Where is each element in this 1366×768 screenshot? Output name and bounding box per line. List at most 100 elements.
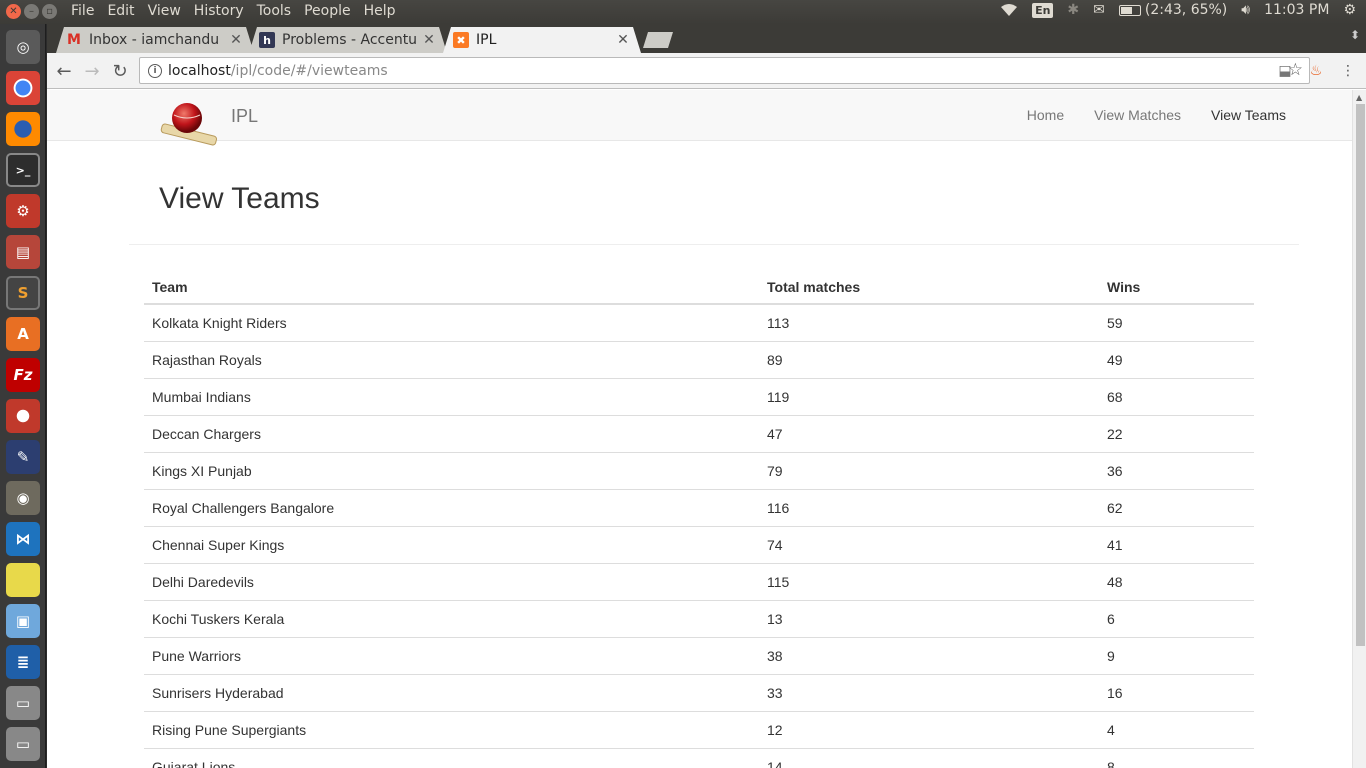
scroll-up-icon[interactable]: ▲ (1356, 93, 1362, 102)
tab-inbox[interactable]: M Inbox - iamchandu ✕ (56, 27, 254, 53)
table-row: Deccan Chargers 47 22 (144, 415, 1254, 453)
sublime-text-icon[interactable]: S (6, 276, 40, 310)
app-blue-icon[interactable]: ✎ (6, 440, 40, 474)
table-row: Kolkata Knight Riders 113 59 (144, 304, 1254, 342)
firefox-icon[interactable] (6, 112, 40, 146)
extension-inbox-icon[interactable]: ⬓ (1275, 61, 1295, 81)
team-name-cell: Gujarat Lions (144, 748, 759, 768)
software-center-icon[interactable]: A (6, 317, 40, 351)
close-icon[interactable]: ✕ (613, 32, 633, 48)
settings-gear-icon[interactable]: ⚙ (1343, 2, 1356, 18)
team-name-cell: Kings XI Punjab (144, 452, 759, 490)
menu-edit[interactable]: Edit (107, 3, 134, 19)
vs-code-icon[interactable]: ⋈ (6, 522, 40, 556)
sticky-notes-icon[interactable] (6, 563, 40, 597)
team-name-cell: Rising Pune Supergiants (144, 711, 759, 749)
address-bar[interactable]: i localhost/ipl/code/#/viewteams ☆ (139, 57, 1310, 84)
total-matches-cell: 13 (759, 600, 1099, 638)
back-icon[interactable]: ← (53, 60, 75, 82)
team-name-cell: Kochi Tuskers Kerala (144, 600, 759, 638)
divider (129, 244, 1299, 245)
filezilla-icon[interactable]: Fz (6, 358, 40, 392)
bluetooth-icon[interactable]: ✱ (1067, 2, 1079, 18)
profile-icon[interactable]: ⬍ (1350, 28, 1360, 42)
libreoffice-writer-icon[interactable]: ≣ (6, 645, 40, 679)
clock[interactable]: 11:03 PM (1264, 2, 1329, 18)
table-row: Gujarat Lions 14 8 (144, 748, 1254, 768)
wifi-icon[interactable] (1000, 3, 1018, 17)
nav-view-matches[interactable]: View Matches (1094, 107, 1181, 123)
launcher: ◎ >_ ⚙ ▤ S A Fz ✎ ◉ ⋈ ▣ ≣ ▭ ▭ (0, 24, 46, 768)
close-icon[interactable]: ✕ (419, 32, 439, 48)
menu-people[interactable]: People (304, 3, 351, 19)
vertical-scrollbar[interactable]: ▲ (1352, 90, 1366, 768)
ubuntu-dash-icon[interactable]: ◎ (6, 30, 40, 64)
site-navbar: IPL Home View Matches View Teams (47, 90, 1352, 146)
scrollbar-thumb[interactable] (1356, 104, 1365, 646)
app-red-icon[interactable] (6, 399, 40, 433)
info-icon[interactable]: i (148, 63, 162, 78)
new-tab-button[interactable] (643, 32, 673, 48)
total-matches-cell: 47 (759, 415, 1099, 453)
volume-icon[interactable]: 🔊︎ (1241, 2, 1250, 18)
total-matches-cell: 74 (759, 526, 1099, 564)
xampp-icon: ✖ (453, 32, 469, 48)
system-settings-icon[interactable]: ⚙ (6, 194, 40, 228)
menu-view[interactable]: View (148, 3, 181, 19)
cricket-ball-bat-logo[interactable] (157, 102, 219, 152)
chromium-icon[interactable] (6, 71, 40, 105)
box-app-icon[interactable]: ▣ (6, 604, 40, 638)
wins-cell: 36 (1099, 452, 1254, 490)
gimp-icon[interactable]: ◉ (6, 481, 40, 515)
table-row: Pune Warriors 38 9 (144, 637, 1254, 675)
team-name-cell: Sunrisers Hyderabad (144, 674, 759, 712)
menu-help[interactable]: Help (364, 3, 396, 19)
table-row: Rajasthan Royals 89 49 (144, 341, 1254, 379)
site-nav: Home View Matches View Teams (997, 107, 1286, 123)
url-path: /ipl/code/#/viewteams (230, 62, 388, 79)
drive-icon[interactable]: ▭ (6, 686, 40, 720)
file-manager-icon[interactable]: ▤ (6, 235, 40, 269)
forward-icon[interactable]: → (81, 60, 103, 82)
nav-view-teams[interactable]: View Teams (1211, 107, 1286, 123)
window-close-button[interactable]: ✕ (6, 4, 21, 19)
menu-kebab-icon[interactable]: ⋮ (1338, 61, 1358, 81)
wins-cell: 68 (1099, 378, 1254, 416)
table-row: Mumbai Indians 119 68 (144, 378, 1254, 416)
brand-name[interactable]: IPL (231, 106, 258, 127)
total-matches-cell: 89 (759, 341, 1099, 379)
tab-ipl[interactable]: ✖ IPL ✕ (443, 27, 641, 53)
tab-problems[interactable]: h Problems - Accentu ✕ (249, 27, 447, 53)
window-maximize-button[interactable]: ▫ (42, 4, 57, 19)
table-row: Chennai Super Kings 74 41 (144, 526, 1254, 564)
close-icon[interactable]: ✕ (226, 32, 246, 48)
battery-text: (2:43, 65%) (1144, 2, 1228, 18)
wins-cell: 16 (1099, 674, 1254, 712)
wins-cell: 48 (1099, 563, 1254, 601)
window-minimize-button[interactable]: – (24, 4, 39, 19)
system-indicators: En ✱ ✉ (2:43, 65%) 🔊︎ 11:03 PM ⚙ (986, 2, 1356, 18)
table-row: Kochi Tuskers Kerala 13 6 (144, 600, 1254, 638)
tab-strip: M Inbox - iamchandu ✕ h Problems - Accen… (47, 24, 1366, 53)
terminal-icon[interactable]: >_ (6, 153, 40, 187)
drive-2-icon[interactable]: ▭ (6, 727, 40, 761)
total-matches-cell: 115 (759, 563, 1099, 601)
battery-indicator[interactable]: (2:43, 65%) (1118, 2, 1228, 18)
total-matches-cell: 113 (759, 304, 1099, 342)
browser-window: M Inbox - iamchandu ✕ h Problems - Accen… (47, 24, 1366, 768)
team-name-cell: Delhi Daredevils (144, 563, 759, 601)
window-controls: ✕ – ▫ (6, 4, 57, 19)
nav-home[interactable]: Home (1027, 107, 1064, 123)
battery-fill (1120, 6, 1132, 14)
total-matches-cell: 12 (759, 711, 1099, 749)
menu-history[interactable]: History (194, 3, 244, 19)
gmail-icon: M (67, 32, 81, 48)
menu-file[interactable]: File (71, 3, 94, 19)
wins-cell: 62 (1099, 489, 1254, 527)
extension-fire-icon[interactable]: ♨ (1306, 61, 1326, 81)
keyboard-layout-indicator[interactable]: En (1032, 2, 1054, 18)
page-viewport: IPL Home View Matches View Teams View Te… (47, 90, 1366, 768)
mail-icon[interactable]: ✉ (1093, 2, 1105, 18)
reload-icon[interactable]: ↻ (109, 60, 131, 82)
menu-tools[interactable]: Tools (257, 3, 292, 19)
